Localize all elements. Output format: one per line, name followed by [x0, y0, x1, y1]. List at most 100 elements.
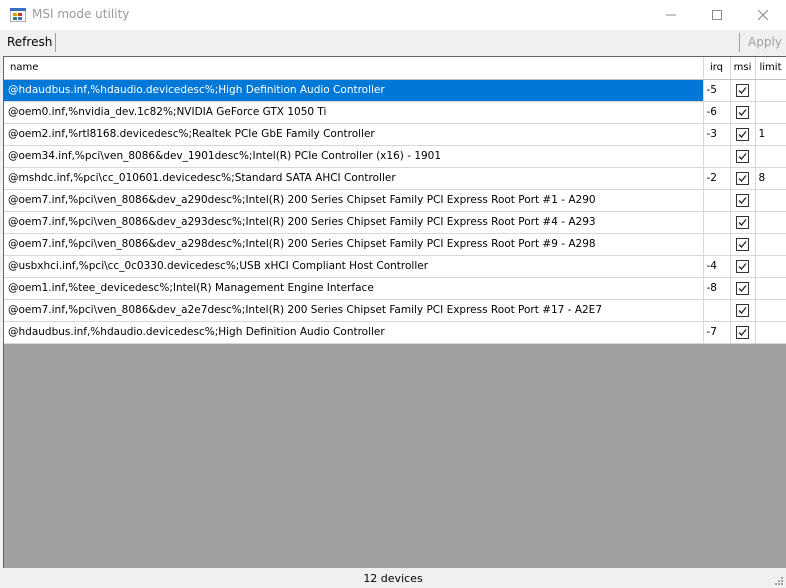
cell-name[interactable]: @oem1.inf,%tee_devicedesc%;Intel(R) Mana… [4, 277, 704, 300]
cell-limit[interactable] [755, 189, 786, 212]
cell-irq[interactable]: -7 [703, 321, 731, 344]
cell-name[interactable]: @mshdc.inf,%pci\cc_010601.devicedesc%;St… [4, 167, 704, 190]
msi-checkbox[interactable] [736, 83, 749, 97]
cell-msi [730, 123, 756, 146]
header-row: name irq msi limit [4, 57, 786, 80]
table-row[interactable]: @oem2.inf,%rtl8168.devicedesc%;Realtek P… [4, 123, 786, 146]
cell-name[interactable]: @hdaudbus.inf,%hdaudio.devicedesc%;High … [4, 79, 704, 102]
close-icon [758, 10, 768, 20]
cell-msi [730, 167, 756, 190]
column-header-msi[interactable]: msi [730, 57, 756, 80]
maximize-icon [712, 10, 722, 20]
toolbar: Refresh Apply [0, 30, 786, 55]
device-grid[interactable]: name irq msi limit @hdaudbus.inf,%hdaudi… [3, 56, 786, 568]
minimize-button[interactable] [648, 0, 694, 30]
msi-checkbox[interactable] [736, 127, 749, 141]
table-row[interactable]: @oem0.inf,%nvidia_dev.1c82%;NVIDIA GeFor… [4, 101, 786, 124]
msi-checkbox[interactable] [736, 105, 749, 119]
cell-limit[interactable]: 1 [755, 123, 786, 146]
cell-irq[interactable]: -5 [703, 79, 731, 102]
msi-checkbox[interactable] [736, 149, 749, 163]
checkmark-icon [738, 284, 747, 292]
column-header-irq[interactable]: irq [703, 57, 731, 80]
cell-msi [730, 299, 756, 322]
msi-checkbox[interactable] [736, 215, 749, 229]
title-bar[interactable]: MSI mode utility [0, 0, 786, 30]
minimize-icon [666, 14, 676, 16]
cell-limit[interactable] [755, 79, 786, 102]
cell-limit[interactable] [755, 321, 786, 344]
device-count: 12 devices [363, 572, 423, 585]
checkmark-icon [738, 196, 747, 204]
msi-checkbox[interactable] [736, 237, 749, 251]
table-row[interactable]: @oem34.inf,%pci\ven_8086&dev_1901desc%;I… [4, 145, 786, 168]
window-title: MSI mode utility [32, 7, 130, 21]
cell-name[interactable]: @oem7.inf,%pci\ven_8086&dev_a2e7desc%;In… [4, 299, 704, 322]
table-row[interactable]: @oem7.inf,%pci\ven_8086&dev_a2e7desc%;In… [4, 299, 786, 322]
cell-irq[interactable] [703, 233, 731, 256]
column-header-limit[interactable]: limit [755, 57, 786, 80]
checkmark-icon [738, 240, 747, 248]
checkmark-icon [738, 86, 747, 94]
cell-name[interactable]: @oem7.inf,%pci\ven_8086&dev_a298desc%;In… [4, 233, 704, 256]
cell-name[interactable]: @hdaudbus.inf,%hdaudio.devicedesc%;High … [4, 321, 704, 344]
cell-limit[interactable] [755, 277, 786, 300]
msi-checkbox[interactable] [736, 171, 749, 185]
cell-irq[interactable]: -6 [703, 101, 731, 124]
toolbar-separator [55, 33, 56, 52]
cell-limit[interactable] [755, 211, 786, 234]
msi-checkbox[interactable] [736, 325, 749, 339]
msi-checkbox[interactable] [736, 281, 749, 295]
cell-name[interactable]: @oem34.inf,%pci\ven_8086&dev_1901desc%;I… [4, 145, 704, 168]
cell-irq[interactable] [703, 189, 731, 212]
table-row[interactable]: @hdaudbus.inf,%hdaudio.devicedesc%;High … [4, 79, 786, 102]
refresh-button[interactable]: Refresh [4, 33, 55, 52]
cell-irq[interactable]: -8 [703, 277, 731, 300]
cell-limit[interactable] [755, 233, 786, 256]
checkmark-icon [738, 262, 747, 270]
cell-irq[interactable] [703, 299, 731, 322]
cell-limit[interactable]: 8 [755, 167, 786, 190]
table-row[interactable]: @oem7.inf,%pci\ven_8086&dev_a293desc%;In… [4, 211, 786, 234]
checkmark-icon [738, 174, 747, 182]
checkmark-icon [738, 130, 747, 138]
cell-irq[interactable] [703, 145, 731, 168]
app-window: MSI mode utility Refresh Apply name irq … [0, 0, 786, 588]
cell-name[interactable]: @usbxhci.inf,%pci\cc_0c0330.devicedesc%;… [4, 255, 704, 278]
msi-checkbox[interactable] [736, 259, 749, 273]
cell-limit[interactable] [755, 101, 786, 124]
cell-name[interactable]: @oem7.inf,%pci\ven_8086&dev_a290desc%;In… [4, 189, 704, 212]
toolbar-separator [739, 33, 740, 52]
maximize-button[interactable] [694, 0, 740, 30]
cell-name[interactable]: @oem7.inf,%pci\ven_8086&dev_a293desc%;In… [4, 211, 704, 234]
cell-irq[interactable]: -4 [703, 255, 731, 278]
cell-limit[interactable] [755, 145, 786, 168]
table-row[interactable]: @hdaudbus.inf,%hdaudio.devicedesc%;High … [4, 321, 786, 344]
checkmark-icon [738, 306, 747, 314]
cell-msi [730, 233, 756, 256]
cell-name[interactable]: @oem0.inf,%nvidia_dev.1c82%;NVIDIA GeFor… [4, 101, 704, 124]
cell-name[interactable]: @oem2.inf,%rtl8168.devicedesc%;Realtek P… [4, 123, 704, 146]
table-row[interactable]: @oem1.inf,%tee_devicedesc%;Intel(R) Mana… [4, 277, 786, 300]
cell-irq[interactable]: -2 [703, 167, 731, 190]
cell-irq[interactable] [703, 211, 731, 234]
apply-button[interactable]: Apply [745, 33, 785, 52]
msi-checkbox[interactable] [736, 193, 749, 207]
table-row[interactable]: @mshdc.inf,%pci\cc_010601.devicedesc%;St… [4, 167, 786, 190]
cell-irq[interactable]: -3 [703, 123, 731, 146]
cell-limit[interactable] [755, 299, 786, 322]
close-button[interactable] [740, 0, 786, 30]
table-row[interactable]: @oem7.inf,%pci\ven_8086&dev_a290desc%;In… [4, 189, 786, 212]
cell-msi [730, 321, 756, 344]
cell-msi [730, 101, 756, 124]
cell-limit[interactable] [755, 255, 786, 278]
column-header-name[interactable]: name [4, 57, 704, 80]
checkmark-icon [738, 218, 747, 226]
cell-msi [730, 189, 756, 212]
msi-checkbox[interactable] [736, 303, 749, 317]
status-bar: 12 devices [0, 568, 786, 588]
resize-grip-icon[interactable] [772, 574, 784, 586]
device-table: name irq msi limit @hdaudbus.inf,%hdaudi… [4, 57, 786, 344]
table-row[interactable]: @oem7.inf,%pci\ven_8086&dev_a298desc%;In… [4, 233, 786, 256]
table-row[interactable]: @usbxhci.inf,%pci\cc_0c0330.devicedesc%;… [4, 255, 786, 278]
